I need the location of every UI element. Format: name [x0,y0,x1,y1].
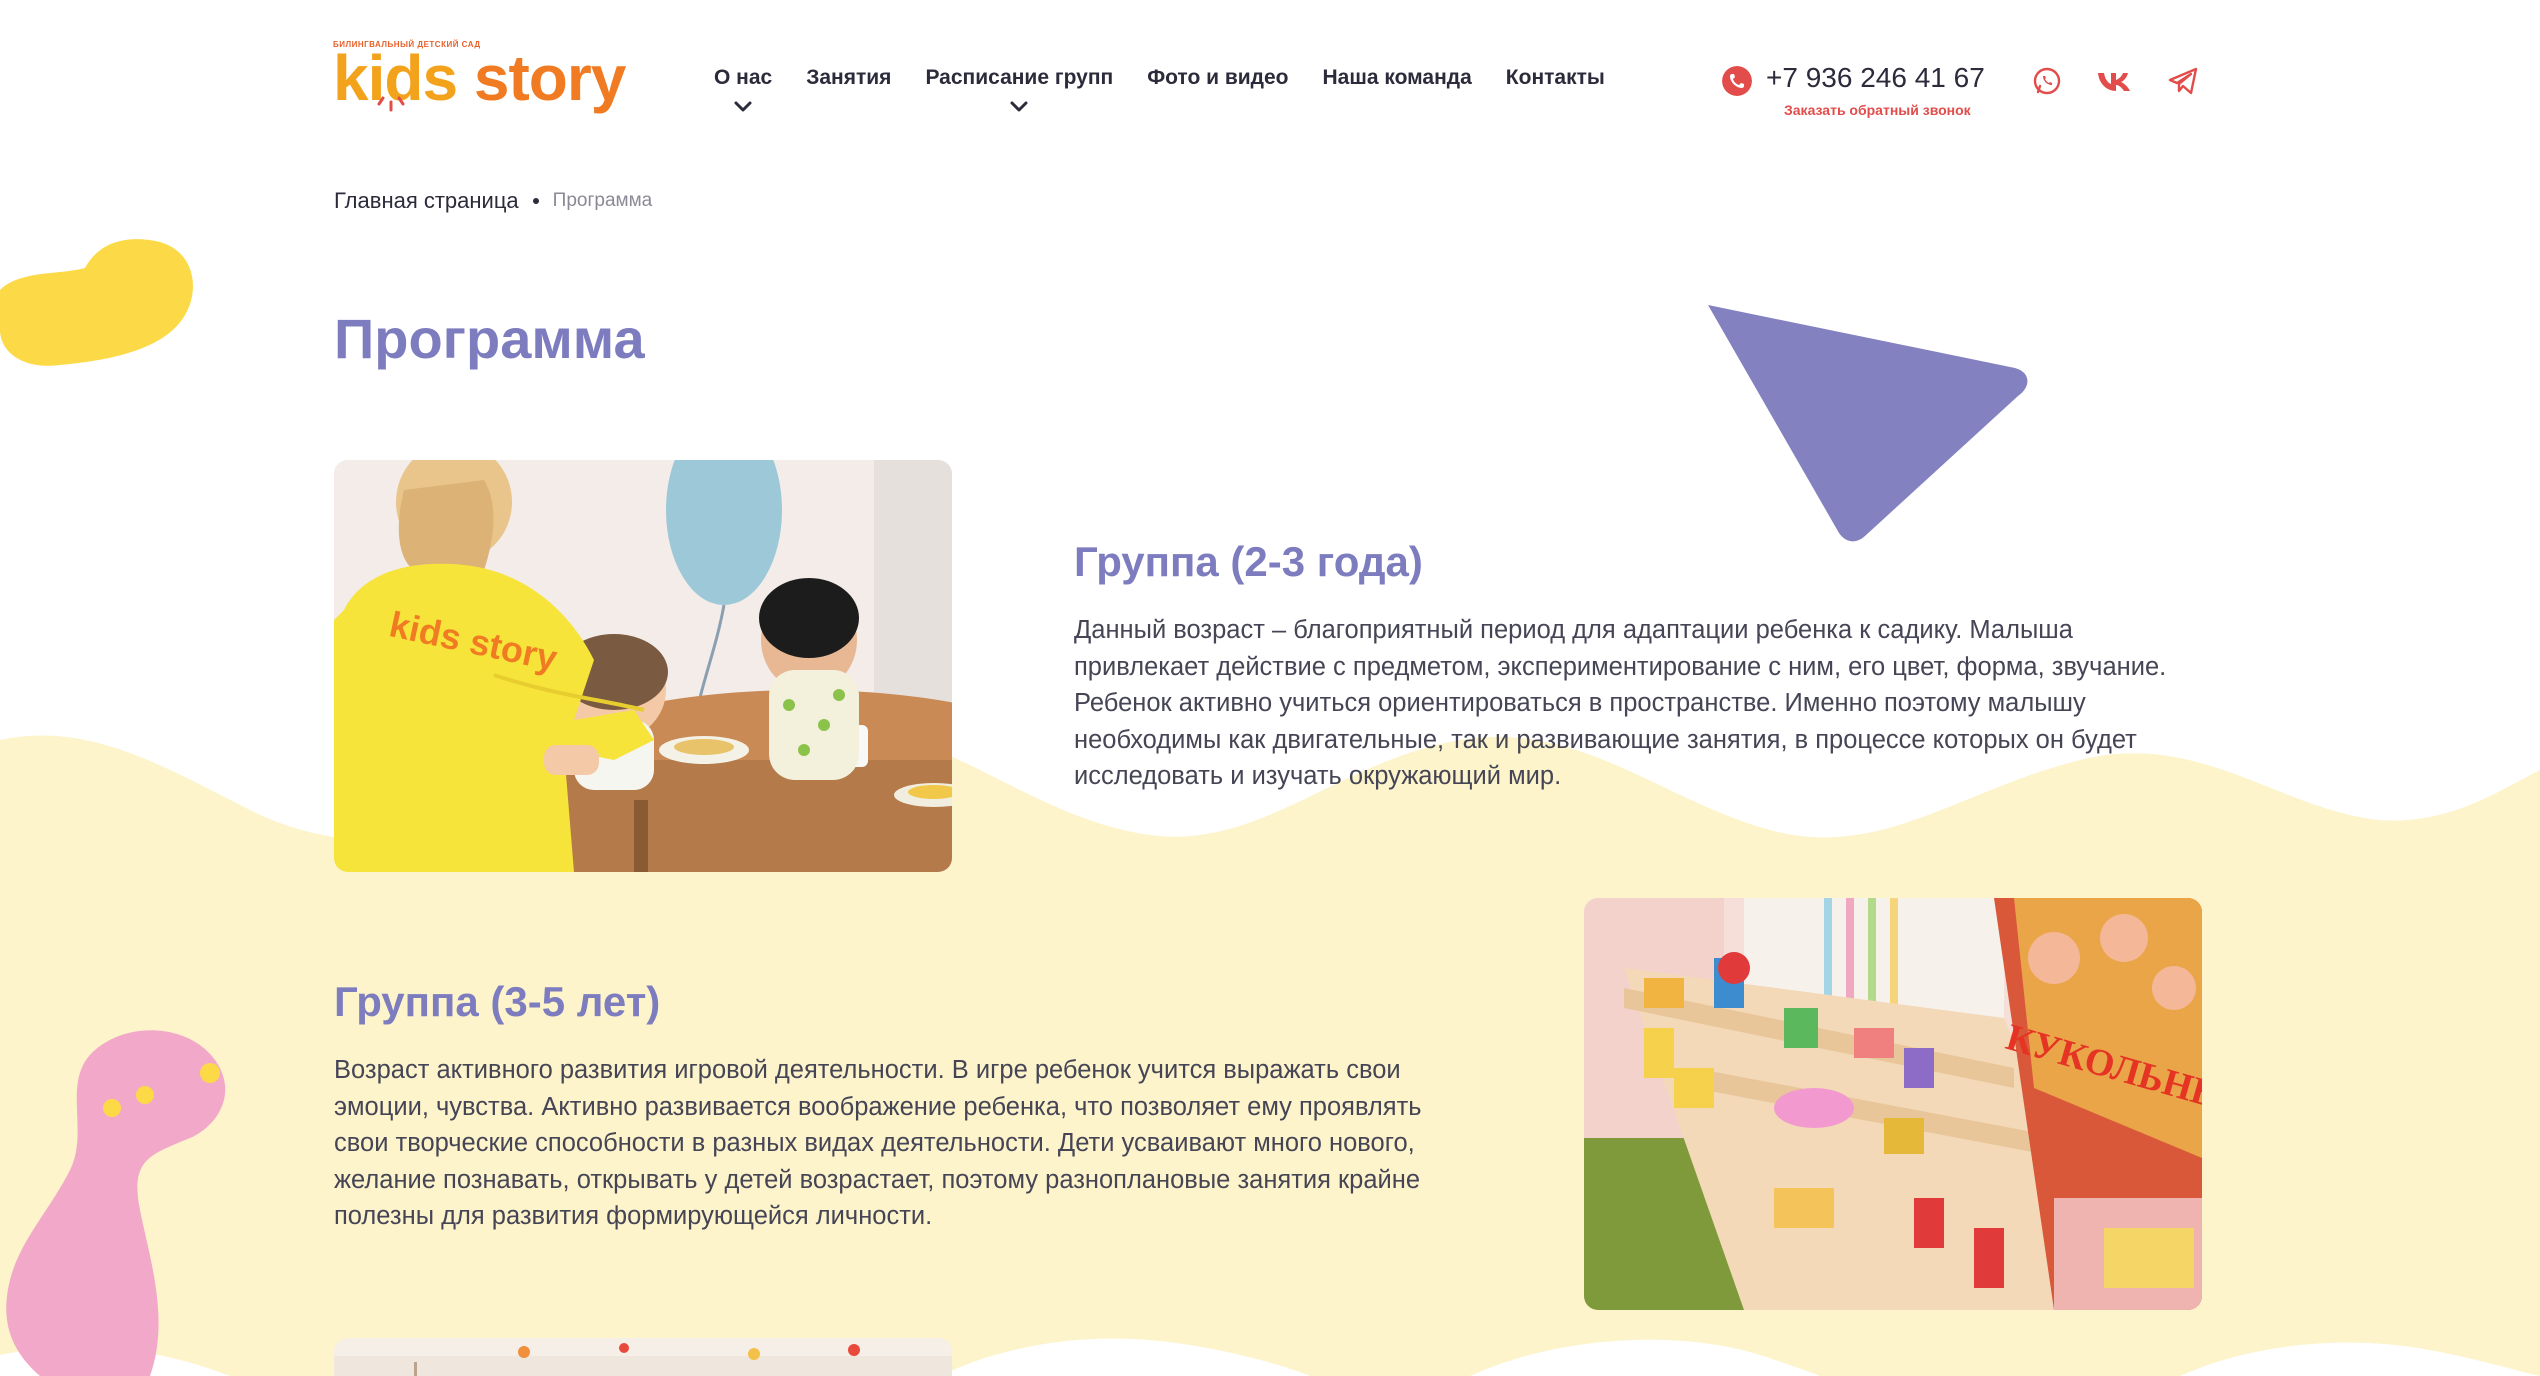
group-3-5-photo: КУКОЛЬНЫЙ ТЕАТР [1584,898,2202,1310]
toy-shelf-image: КУКОЛЬНЫЙ ТЕАТР [1584,898,2202,1310]
breadcrumb: Главная страница Программа [334,188,652,214]
classroom-image [334,1338,952,1376]
page: Билингвальный детский сад kids story О н… [0,0,2540,1376]
nav-media[interactable]: Фото и видео [1147,66,1288,90]
yellow-blob-decor [0,239,193,366]
nav-team-label: Наша команда [1322,66,1472,89]
site-logo[interactable]: Билингвальный детский сад kids story [333,40,626,120]
nav-media-label: Фото и видео [1147,66,1289,89]
nav-about-label: О нас [714,66,773,89]
breadcrumb-home[interactable]: Главная страница [334,188,519,214]
breadcrumb-separator [532,198,539,204]
group-2-3-photo: kids story [334,460,952,872]
nav-contacts-label: Контакты [1505,66,1605,89]
chevron-down-icon[interactable] [733,100,753,114]
group-2-3-title: Группа (2-3 года) [1074,538,1423,585]
callback-link[interactable]: Заказать обратный звонок [1784,102,1971,118]
purple-triangle-decor [1708,305,2028,542]
nav-team[interactable]: Наша команда [1323,66,1472,90]
nav-schedule[interactable]: Расписание групп [925,66,1114,112]
sun-icon [377,96,405,112]
whatsapp-icon[interactable] [2030,64,2064,98]
phone-icon[interactable] [1722,66,1752,96]
logo-story: story [473,42,626,114]
phone-number[interactable]: +7 936 246 41 67 [1766,62,1985,94]
telegram-icon[interactable] [2166,64,2200,98]
site-header: Билингвальный детский сад kids story О н… [0,0,2540,150]
nav-contacts[interactable]: Контакты [1506,66,1605,90]
nav-about[interactable]: О нас [714,66,773,112]
page-title: Программа [334,307,645,370]
teacher-feeding-child-image: kids story [334,460,952,872]
nav-classes[interactable]: Занятия [806,66,891,90]
main-nav: О нас Занятия Расписание групп Фото и ви… [714,66,1639,112]
group-3-5-text: Возраст активного развития игровой деяте… [334,1056,1422,1230]
group-3-5-title: Группа (3-5 лет) [334,978,661,1025]
nav-classes-label: Занятия [806,66,892,89]
chevron-down-icon[interactable] [1009,100,1029,114]
group-next-photo [334,1338,952,1376]
nav-schedule-label: Расписание групп [925,66,1114,89]
group-2-3-text: Данный возраст – благоприятный период дл… [1074,616,2167,790]
breadcrumb-current: Программа [552,190,653,211]
vk-icon[interactable] [2096,64,2136,98]
pink-blob-decor [6,1030,226,1376]
